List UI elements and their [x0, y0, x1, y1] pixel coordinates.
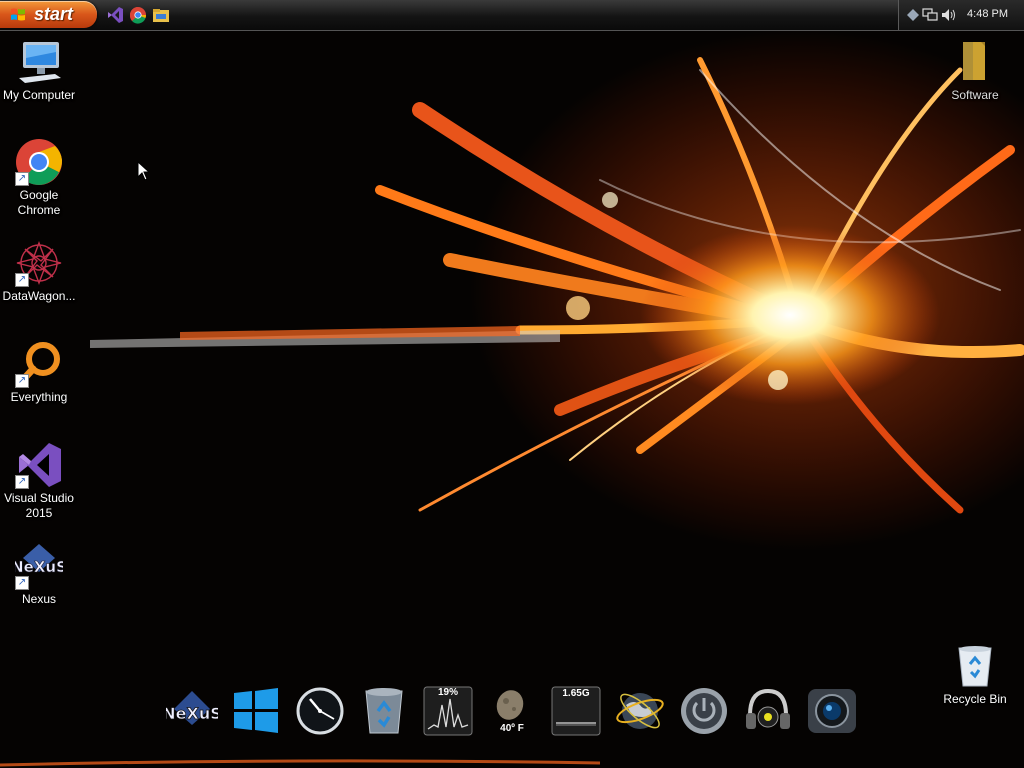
tray-diamond-icon[interactable]	[907, 9, 919, 21]
desktop-icon-nexus[interactable]: NeXuS ↗ Nexus	[0, 542, 78, 607]
shortcut-arrow-icon: ↗	[15, 273, 29, 287]
folder-icon	[963, 42, 985, 80]
music-dock-icon[interactable]	[742, 685, 794, 737]
volume-icon[interactable]	[941, 8, 957, 22]
clock-dock-icon[interactable]	[294, 685, 346, 737]
shortcut-arrow-icon: ↗	[15, 576, 29, 590]
shortcut-arrow-icon: ↗	[15, 374, 29, 388]
desktop-icon-google-chrome[interactable]: ↗ Google Chrome	[0, 138, 78, 218]
camera-dock-icon[interactable]	[806, 685, 858, 737]
network-icon[interactable]	[922, 8, 938, 22]
visual-studio-icon[interactable]	[106, 6, 124, 24]
desktop-icon-label: DataWagon...	[2, 289, 76, 303]
shortcut-arrow-icon: ↗	[15, 172, 29, 186]
desktop-icon-my-computer[interactable]: My Computer	[0, 38, 78, 103]
system-tray: 4:48 PM	[898, 0, 1024, 30]
desktop-wallpaper	[0, 30, 1024, 768]
power-dock-icon[interactable]	[678, 685, 730, 737]
weather-dock-icon[interactable]: 40º F	[486, 685, 538, 737]
desktop-icon-recycle-bin[interactable]: Recycle Bin	[936, 642, 1014, 707]
clock[interactable]: 4:48 PM	[967, 8, 1008, 20]
desktop-icon-label: My Computer	[2, 88, 76, 102]
windows-flag-icon	[11, 8, 25, 21]
start-label: start	[34, 4, 74, 24]
desktop-icon-everything[interactable]: ↗ Everything	[0, 340, 78, 405]
shortcut-arrow-icon: ↗	[15, 475, 29, 489]
windows-dock-icon[interactable]	[230, 685, 282, 737]
nexus-dock-icon[interactable]: NeXuS	[162, 685, 222, 737]
desktop-icon-label: Nexus	[21, 592, 56, 606]
recycle-bin-icon	[958, 646, 992, 687]
desktop-icon-label: Visual Studio 2015	[4, 491, 74, 520]
desktop-icon-label: Google Chrome	[17, 188, 61, 217]
svg-text:NeXuS: NeXuS	[15, 558, 63, 576]
recycle-dock-icon[interactable]	[358, 685, 410, 737]
temperature-text: 40º F	[500, 723, 524, 734]
cpu-meter-dock-icon[interactable]: 19%	[422, 685, 474, 737]
memory-text: 1.65G	[562, 688, 590, 699]
cpu-percent: 19%	[437, 687, 458, 698]
network-globe-dock-icon[interactable]	[614, 685, 666, 737]
mouse-cursor-icon	[137, 161, 150, 181]
desktop-icon-label: Software	[951, 88, 999, 102]
explorer-folder-icon[interactable]	[152, 6, 170, 24]
desktop-icon-software-folder[interactable]: Software	[936, 38, 1014, 103]
taskbar: start 4:48 PM	[0, 0, 1024, 31]
memory-meter-dock-icon[interactable]: 1.65G	[550, 685, 602, 737]
desktop-icon-visual-studio[interactable]: ↗ Visual Studio 2015	[0, 441, 78, 521]
svg-text:NeXuS: NeXuS	[166, 704, 218, 723]
start-button[interactable]: start	[0, 1, 97, 28]
desktop-icon-label: Everything	[10, 390, 68, 404]
chrome-icon[interactable]	[129, 6, 147, 24]
dock-bar: NeXuS 19% 40º F 1.65G	[160, 680, 860, 768]
computer-icon	[19, 42, 61, 83]
desktop-icon-label: Recycle Bin	[943, 692, 1007, 706]
desktop-icon-datawagon[interactable]: ↗ DataWagon...	[0, 239, 78, 304]
